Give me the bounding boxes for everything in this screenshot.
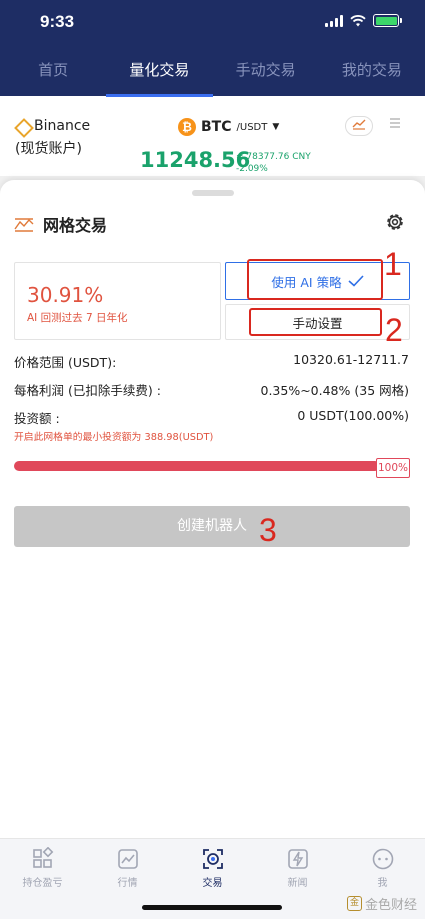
ai-return-card: 30.91% AI 回测过去 7 日年化 (14, 262, 221, 340)
slider-percent-tag[interactable]: 100% (376, 458, 410, 478)
list-view-icon[interactable] (381, 116, 409, 136)
pair-selector[interactable]: ₿ BTC/USDT ▼ (178, 118, 279, 136)
status-time: 9:33 (40, 12, 75, 31)
ai-return-value: 30.91% (27, 283, 104, 307)
gear-icon[interactable] (385, 212, 405, 232)
watermark: 金 金色财经 (346, 894, 417, 913)
watermark-text: 金色财经 (364, 898, 417, 913)
top-bar: 9:33 首页 量化交易 手动交易 我的交易 (0, 0, 425, 97)
price-cny: ≈ 78377.76 CNY (236, 152, 311, 162)
btc-coin-icon: ₿ (178, 118, 196, 136)
annotation-number-3: 3 (259, 512, 277, 548)
sheet-title-text: 网格交易 (43, 216, 108, 235)
news-icon (287, 849, 308, 869)
investment-label: 投资额 : (14, 411, 60, 426)
view-toggle (345, 116, 409, 136)
price-range-row: 价格范围 (USDT): 10320.61-12711.7 (14, 352, 409, 371)
exchange-selector[interactable]: Binance (现货账户) (15, 118, 90, 158)
investment-slider[interactable] (14, 461, 380, 471)
watermark-logo-icon: 金 (346, 896, 362, 911)
bottom-nav-holdings-label: 持仓盈亏 (22, 878, 63, 889)
caret-down-icon: ▼ (272, 122, 280, 132)
bottom-nav-me-label: 我 (377, 878, 388, 889)
bottom-nav-holdings[interactable]: 持仓盈亏 (0, 839, 85, 919)
investment-value: 0 USDT(100.00%) (297, 408, 409, 423)
annotation-box-2 (249, 308, 382, 336)
chart-view-icon[interactable] (345, 116, 373, 136)
cellular-signal-icon (325, 14, 343, 27)
home-indicator (142, 905, 282, 910)
binance-logo-icon (15, 119, 29, 133)
account-type: (现货账户) (15, 141, 82, 157)
exchange-name: Binance (34, 118, 91, 134)
tab-home[interactable]: 首页 (0, 52, 106, 96)
pair-base: BTC (201, 119, 232, 135)
sheet-title: 网格交易 (14, 212, 107, 236)
wifi-icon (350, 14, 366, 26)
ai-return-note: AI 回测过去 7 日年化 (27, 312, 128, 324)
tab-my-trades[interactable]: 我的交易 (319, 52, 425, 96)
holdings-icon (32, 847, 53, 868)
profile-icon (372, 848, 393, 870)
last-price: 11248.56 (140, 148, 251, 172)
annotation-number-1: 1 (384, 246, 402, 282)
bottom-nav-market-label: 行情 (117, 878, 138, 889)
battery-icon (373, 14, 402, 27)
investment-row: 投资额 : 0 USDT(100.00%) (14, 408, 409, 427)
price-change: -2.09% (236, 164, 268, 174)
status-bar: 9:33 (0, 10, 425, 36)
create-robot-button[interactable]: 创建机器人 (14, 506, 410, 547)
sheet-handle[interactable] (192, 190, 234, 196)
grid-trading-sheet: 网格交易 30.91% AI 回测过去 7 日年化 使用 AI 策略 手动设置 … (0, 180, 425, 840)
chart-icon (117, 849, 138, 869)
profit-per-grid-value: 0.35%~0.48% (35 网格) (260, 383, 410, 398)
min-investment-note: 开启此网格单的最小投资额为 388.98(USDT) (14, 432, 214, 443)
price-range-value: 10320.61-12711.7 (293, 352, 409, 367)
tab-quant-trading[interactable]: 量化交易 (106, 52, 213, 97)
price-range-label: 价格范围 (USDT): (14, 355, 117, 370)
profit-per-grid-label: 每格利润 (已扣除手续费) : (14, 383, 161, 398)
trade-icon (202, 849, 223, 869)
pair-quote: /USDT (236, 121, 268, 133)
bottom-nav-news-label: 新闻 (287, 878, 308, 889)
annotation-box-1 (247, 259, 383, 300)
bottom-nav-trade-label: 交易 (202, 878, 223, 889)
profit-per-grid-row: 每格利润 (已扣除手续费) : 0.35%~0.48% (35 网格) (14, 380, 409, 399)
status-icons (325, 14, 402, 27)
nav-tabs: 首页 量化交易 手动交易 我的交易 (0, 52, 425, 97)
tab-manual-trading[interactable]: 手动交易 (213, 52, 319, 96)
annotation-number-2: 2 (385, 312, 403, 348)
grid-trading-icon (14, 218, 34, 232)
price-meta: ≈ 78377.76 CNY -2.09% (236, 151, 311, 175)
